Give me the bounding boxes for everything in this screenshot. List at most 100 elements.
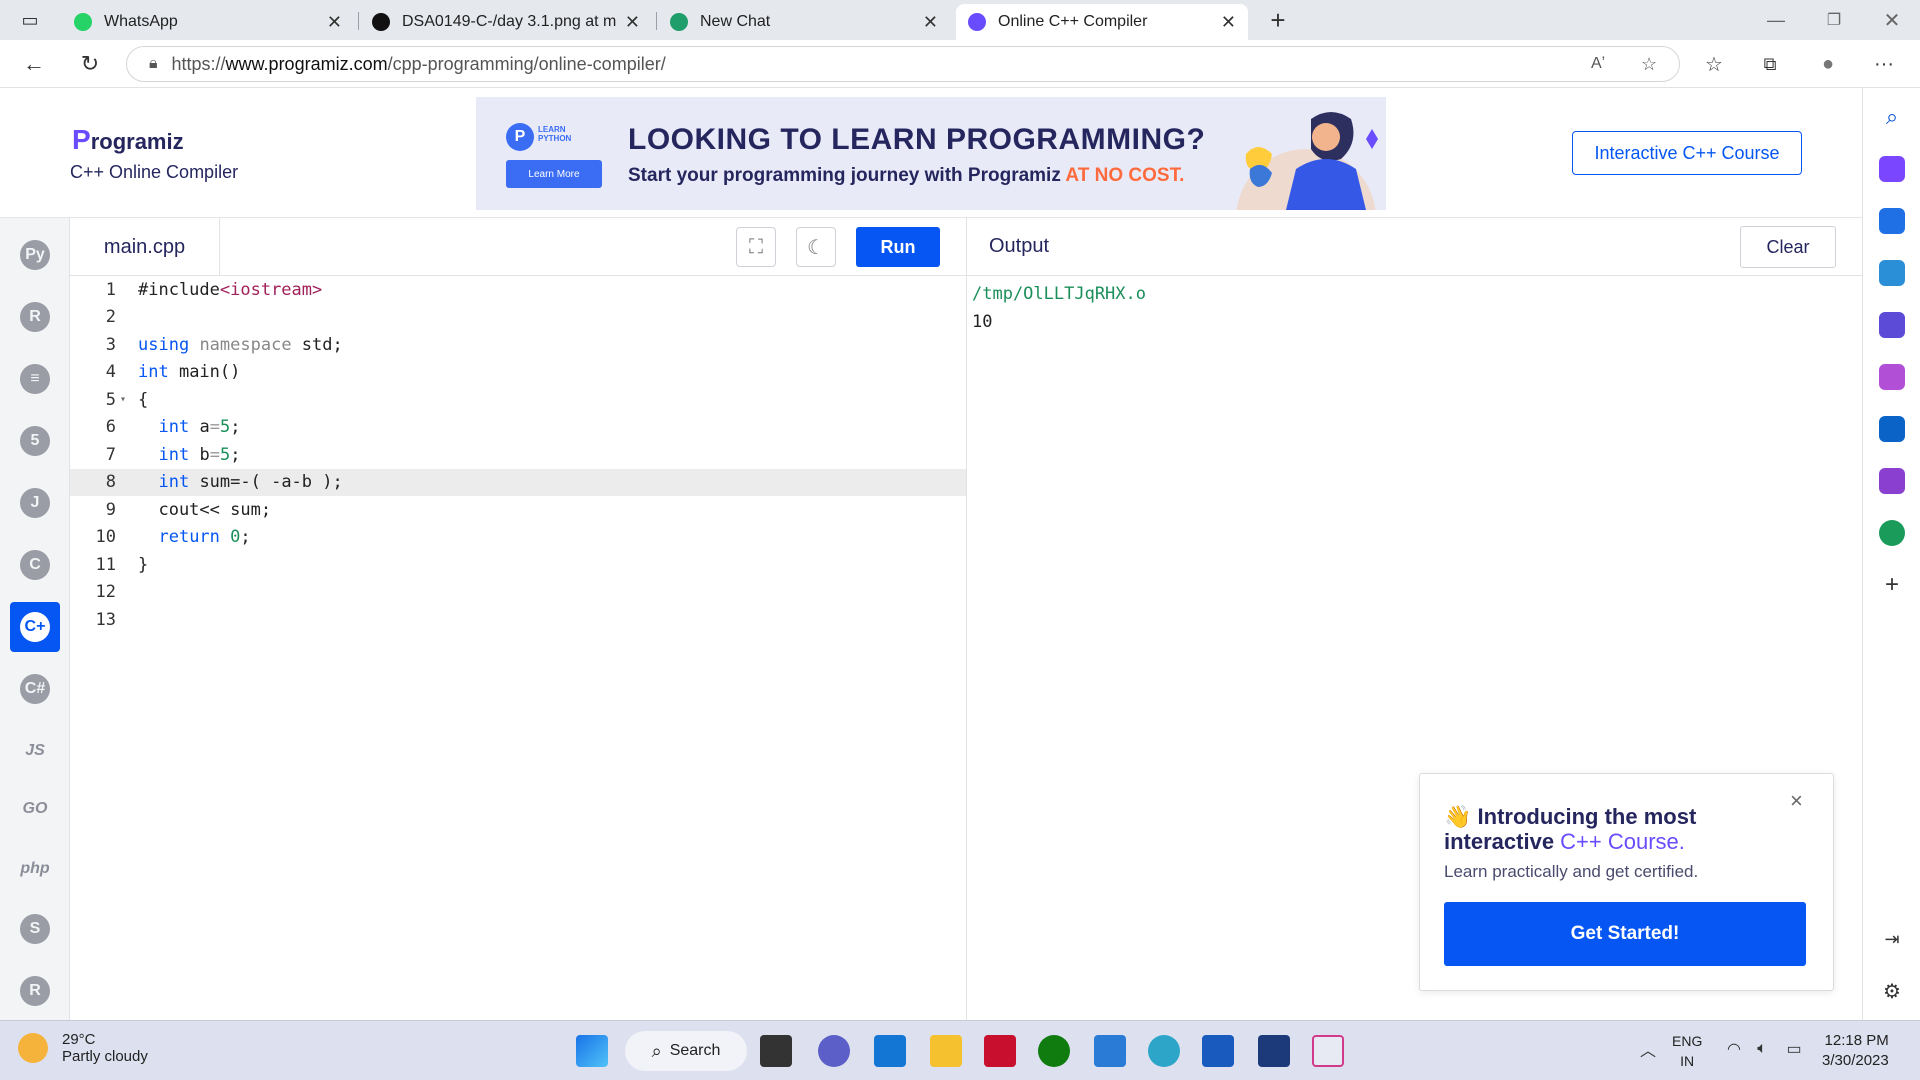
code-line[interactable]: 5 ▾ { — [70, 386, 966, 414]
settings-gear-icon[interactable]: ⚙ — [1877, 976, 1907, 1006]
copilot-icon[interactable] — [1879, 156, 1905, 182]
battery-icon[interactable]: ▭ — [1782, 1035, 1806, 1063]
file-explorer-icon[interactable] — [930, 1035, 962, 1067]
code-line[interactable]: 8 int sum=-( -a-b ); — [70, 468, 966, 496]
language-cpp[interactable]: C+ — [10, 602, 60, 652]
language-swift[interactable]: S — [10, 904, 60, 954]
code-line[interactable]: 9 cout<< sum; — [70, 496, 966, 524]
show-hidden-icons-icon[interactable]: ︿ — [1634, 1035, 1662, 1063]
get-started-button[interactable]: Get Started! — [1444, 902, 1806, 966]
url-field[interactable]: 🔒︎ https://www.programiz.com/cpp-program… — [126, 46, 1680, 82]
course-promo-popup: × 👋 Introducing the most interactive C++… — [1419, 773, 1834, 991]
collections-icon[interactable]: ⧉ — [1754, 48, 1786, 80]
reload-icon[interactable]: ↻ — [74, 48, 106, 80]
language-java[interactable]: J — [10, 478, 60, 528]
code-line[interactable]: 11} — [70, 551, 966, 579]
volume-icon[interactable]: 🔈︎ — [1750, 1035, 1774, 1063]
code-line[interactable]: 13 — [70, 606, 966, 634]
mail-icon[interactable] — [1094, 1035, 1126, 1067]
profile-icon[interactable]: ● — [1812, 48, 1844, 80]
programiz-logo[interactable]: Programiz — [72, 124, 184, 156]
read-aloud-icon[interactable]: Aʼ — [1591, 55, 1605, 73]
code-line[interactable]: 12 — [70, 579, 966, 607]
task-view-icon[interactable] — [760, 1035, 792, 1067]
clear-button[interactable]: Clear — [1740, 226, 1836, 268]
code-line[interactable]: 7 int b=5; — [70, 441, 966, 469]
taskbar-search[interactable]: ⌕ Search — [625, 1031, 747, 1071]
close-tab-icon[interactable]: ✕ — [327, 12, 342, 33]
office-icon[interactable] — [1879, 364, 1905, 390]
start-icon[interactable] — [576, 1035, 608, 1067]
language-indicator[interactable]: ENG IN — [1672, 1031, 1702, 1071]
close-tab-icon[interactable]: ✕ — [923, 12, 938, 33]
line-number: 8 — [105, 472, 116, 493]
tools-icon[interactable] — [1879, 260, 1905, 286]
code-line[interactable]: 2 — [70, 304, 966, 332]
hide-sidebar-icon[interactable]: ⇥ — [1877, 924, 1907, 954]
more-menu-icon[interactable]: ··· — [1868, 48, 1900, 80]
code-line[interactable]: 10 return 0; — [70, 524, 966, 552]
back-icon[interactable]: ← — [18, 48, 50, 80]
language-rust[interactable]: R — [10, 966, 60, 1016]
add-favorite-icon[interactable]: ☆ — [1641, 54, 1657, 75]
close-tab-icon[interactable]: ✕ — [1221, 12, 1236, 33]
dark-mode-moon-icon[interactable]: ☾ — [796, 227, 836, 267]
snipping-tool-icon[interactable] — [1312, 1035, 1344, 1067]
language-html[interactable]: 5 — [10, 416, 60, 466]
mcafee-icon[interactable] — [984, 1035, 1016, 1067]
xbox-icon[interactable] — [1038, 1035, 1070, 1067]
line-number: 4 — [105, 362, 116, 383]
js-icon: JS — [25, 742, 45, 759]
weather-widget[interactable]: 29°C Partly cloudy — [18, 1031, 148, 1065]
run-button[interactable]: Run — [856, 227, 940, 267]
code-line[interactable]: 1 #include<iostream> — [70, 276, 966, 304]
designer-icon[interactable] — [1879, 468, 1905, 494]
minimize-icon[interactable]: — — [1760, 4, 1792, 36]
close-window-icon[interactable]: ✕ — [1876, 4, 1908, 36]
code-line[interactable]: 6 int a=5; — [70, 414, 966, 442]
clock[interactable]: 12:18 PM 3/30/2023 — [1822, 1031, 1889, 1071]
search-icon[interactable]: ⌕ — [1877, 102, 1907, 132]
shopping-icon[interactable] — [1879, 208, 1905, 234]
code-editor[interactable]: 1 #include<iostream> 2 3 using namespace std… — [70, 276, 966, 1020]
language-csharp[interactable]: C# — [10, 664, 60, 714]
fullscreen-icon[interactable]: ⛶ — [736, 227, 776, 267]
l-app-icon[interactable] — [874, 1035, 906, 1067]
language-r[interactable]: R — [10, 292, 60, 342]
programiz-icon — [968, 13, 986, 31]
interactive-course-button[interactable]: Interactive C++ Course — [1572, 131, 1802, 175]
language-js[interactable]: JS — [10, 726, 60, 776]
language-c[interactable]: C — [10, 540, 60, 590]
games-icon[interactable] — [1879, 312, 1905, 338]
close-tab-icon[interactable]: ✕ — [625, 12, 640, 33]
edge-icon[interactable] — [1148, 1035, 1180, 1067]
ad-banner[interactable]: P LEARN PYTHON Learn More LOOKING TO LEAR… — [476, 97, 1386, 210]
browser-tab[interactable]: New Chat ✕ — [658, 4, 950, 40]
outlook-icon[interactable] — [1879, 416, 1905, 442]
file-tab-main-cpp[interactable]: main.cpp — [70, 218, 220, 276]
teams-chat-icon[interactable] — [818, 1035, 850, 1067]
language-go[interactable]: GO — [10, 784, 60, 834]
tree-icon[interactable] — [1879, 520, 1905, 546]
language-sql[interactable]: ≡ — [10, 354, 60, 404]
browser-tab[interactable]: Online C++ Compiler ✕ — [956, 4, 1248, 40]
pane-divider[interactable] — [966, 218, 967, 1020]
browser-tab[interactable]: WhatsApp ✕ — [62, 4, 354, 40]
fold-arrow-icon[interactable]: ▾ — [116, 394, 130, 405]
browser-tab[interactable]: DSA0149-C-/day 3.1.png at main ✕ — [360, 4, 652, 40]
url-path: /cpp-programming/online-compiler/ — [387, 53, 666, 74]
add-sidebar-app-icon[interactable]: + — [1877, 570, 1907, 600]
tab-actions-icon[interactable]: ▭ — [16, 6, 44, 34]
restore-icon[interactable]: ❐ — [1818, 4, 1850, 36]
word-icon[interactable] — [1202, 1035, 1234, 1067]
code-line[interactable]: 4 int main() — [70, 359, 966, 387]
banner-learn-more-button[interactable]: Learn More — [506, 160, 602, 188]
code-line[interactable]: 3 using namespace std; — [70, 331, 966, 359]
language-python[interactable]: Py — [10, 230, 60, 280]
wifi-icon[interactable]: ◠ — [1722, 1035, 1746, 1063]
devcpp-icon[interactable] — [1258, 1035, 1290, 1067]
weather-temperature: 29°C — [62, 1031, 96, 1048]
language-php[interactable]: php — [10, 844, 60, 894]
favorites-icon[interactable]: ☆ — [1698, 48, 1730, 80]
new-tab-icon[interactable]: + — [1262, 4, 1294, 36]
